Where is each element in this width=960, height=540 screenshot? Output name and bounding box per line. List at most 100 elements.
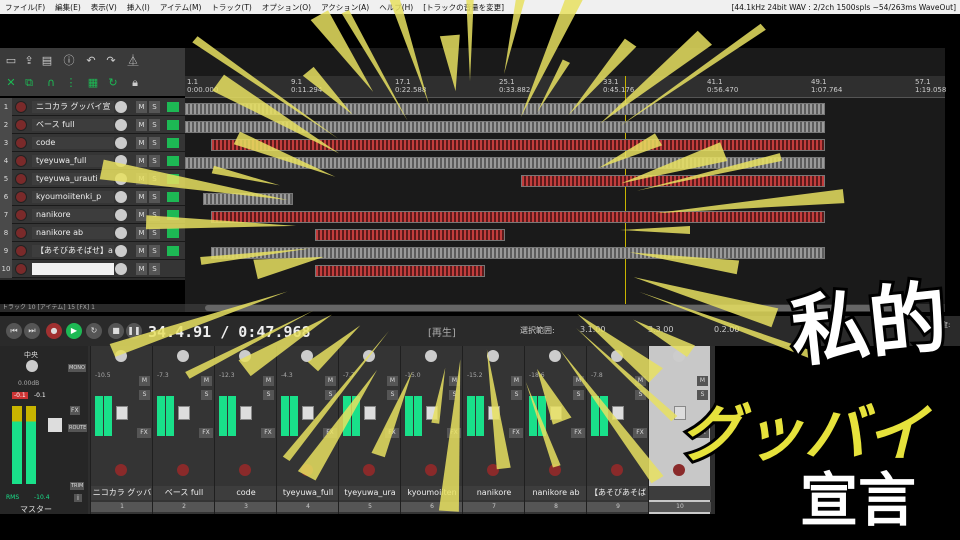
fx-button[interactable]: FX [571, 428, 585, 438]
track-lane[interactable] [185, 226, 945, 244]
track-name[interactable]: kyoumoiitenki_p [32, 191, 114, 203]
volume-knob[interactable] [115, 245, 127, 257]
undo-icon[interactable]: ↶ [84, 54, 98, 68]
volume-fader[interactable] [178, 406, 190, 420]
volume-knob[interactable] [115, 155, 127, 167]
volume-fader[interactable] [488, 406, 500, 420]
mixer-strip[interactable]: -7.8 M S FX 【あそびあそば 9 [586, 346, 649, 514]
menu-item-2[interactable]: 表示(V) [86, 2, 122, 13]
menu-item-3[interactable]: 挿入(I) [122, 2, 155, 13]
record-arm-button[interactable] [15, 137, 27, 149]
mute-button[interactable]: M [136, 101, 147, 113]
strip-solo-button[interactable]: S [573, 390, 584, 400]
mute-button[interactable]: M [136, 227, 147, 239]
save-icon[interactable]: ▤ [40, 54, 54, 68]
strip-record-button[interactable] [611, 464, 623, 476]
mute-button[interactable]: M [136, 137, 147, 149]
volume-fader[interactable] [612, 406, 624, 420]
track-lane[interactable] [185, 136, 945, 154]
strip-mute-button[interactable]: M [139, 376, 150, 386]
track-name[interactable]: tyeyuwa_urauti [32, 173, 114, 185]
record-arm-button[interactable] [15, 209, 27, 221]
lock-icon[interactable]: 🔒︎ [128, 76, 142, 90]
volume-knob[interactable] [115, 119, 127, 131]
ripple-icon[interactable]: ✕ [4, 76, 18, 90]
master-trim-button[interactable]: TRIM [70, 482, 85, 490]
volume-knob[interactable] [115, 263, 127, 275]
master-route-button[interactable]: ROUTE [68, 424, 88, 432]
volume-knob[interactable] [115, 191, 127, 203]
solo-button[interactable]: S [149, 155, 160, 167]
track-row[interactable]: 6 kyoumoiitenki_p M S [0, 188, 185, 206]
repeat-button[interactable]: ↻ [86, 323, 102, 339]
media-item[interactable] [211, 139, 825, 151]
track-name[interactable]: ニコカラ グッバイ宣 [32, 101, 114, 113]
media-item[interactable] [185, 157, 825, 169]
strip-solo-button[interactable]: S [139, 390, 150, 400]
volume-knob[interactable] [115, 227, 127, 239]
fx-button[interactable]: FX [323, 428, 337, 438]
stop-button[interactable]: ■ [108, 323, 124, 339]
fx-button[interactable]: FX [199, 428, 213, 438]
record-arm-button[interactable] [15, 191, 27, 203]
metronome-icon[interactable]: ⏅ [126, 54, 140, 68]
menu-item-0[interactable]: ファイル(F) [0, 2, 50, 13]
strip-record-button[interactable] [301, 464, 313, 476]
volume-fader[interactable] [240, 406, 252, 420]
master-mono-button[interactable]: MONO [68, 364, 86, 372]
volume-knob[interactable] [115, 173, 127, 185]
solo-button[interactable]: S [149, 101, 160, 113]
track-row[interactable]: 3 code M S [0, 134, 185, 152]
menu-item-6[interactable]: オプション(O) [257, 2, 316, 13]
loop-icon[interactable]: ↻ [106, 76, 120, 90]
strip-solo-button[interactable]: S [511, 390, 522, 400]
snap-icon[interactable]: ∩ [44, 76, 58, 90]
mixer-strip[interactable]: -15.2 M S FX nanikore 7 [462, 346, 525, 514]
track-row[interactable]: 8 nanikore ab M S [0, 224, 185, 242]
mixer-strip[interactable]: -7.7 M S FX tyeyuwa_ura 5 [338, 346, 401, 514]
mute-button[interactable]: M [136, 173, 147, 185]
mixer-strip[interactable]: -18.6 M S FX nanikore ab 8 [524, 346, 587, 514]
track-lane[interactable] [185, 208, 945, 226]
mixer-strip[interactable]: -10.5 M S FX ニコカラ グッバ 1 [90, 346, 153, 514]
strip-record-button[interactable] [239, 464, 251, 476]
volume-fader[interactable] [550, 406, 562, 420]
track-name[interactable]: ベース full [32, 119, 114, 131]
track-lane[interactable] [185, 118, 945, 136]
menu-item-8[interactable]: ヘルプ(H) [374, 2, 418, 13]
menu-item-7[interactable]: アクション(A) [316, 2, 374, 13]
track-lane[interactable] [185, 190, 945, 208]
record-arm-button[interactable] [15, 119, 27, 131]
go-end-icon[interactable]: ⏭ [24, 323, 40, 339]
track-row[interactable]: 1 ニコカラ グッバイ宣 M S [0, 98, 185, 116]
solo-button[interactable]: S [149, 209, 160, 221]
record-arm-button[interactable] [15, 173, 27, 185]
redo-icon[interactable]: ↷ [104, 54, 118, 68]
volume-knob[interactable] [115, 101, 127, 113]
strip-record-button[interactable] [177, 464, 189, 476]
link-icon[interactable]: ⧉ [22, 76, 36, 90]
solo-button[interactable]: S [149, 227, 160, 239]
strip-mute-button[interactable]: M [511, 376, 522, 386]
record-arm-button[interactable] [15, 245, 27, 257]
track-row[interactable]: 10 M S [0, 260, 185, 278]
strip-solo-button[interactable]: S [387, 390, 398, 400]
strip-mute-button[interactable]: M [573, 376, 584, 386]
track-name[interactable]: nanikore [32, 209, 114, 221]
menu-item-4[interactable]: アイテム(M) [155, 2, 207, 13]
media-item[interactable] [315, 265, 485, 277]
mixer-strip[interactable]: -4.3 M S FX tyeyuwa_full 4 [276, 346, 339, 514]
volume-fader[interactable] [302, 406, 314, 420]
record-button[interactable]: ● [46, 323, 62, 339]
track-row[interactable]: 2 ベース full M S [0, 116, 185, 134]
track-name[interactable]: nanikore ab [32, 227, 114, 239]
solo-button[interactable]: S [149, 245, 160, 257]
mute-button[interactable]: M [136, 191, 147, 203]
track-row[interactable]: 5 tyeyuwa_urauti M S [0, 170, 185, 188]
master-info-button[interactable]: i [74, 494, 82, 502]
menu-item-1[interactable]: 編集(E) [50, 2, 86, 13]
pan-knob[interactable] [115, 350, 127, 362]
media-item[interactable] [203, 193, 293, 205]
solo-button[interactable]: S [149, 191, 160, 203]
open-icon[interactable]: ⇪ [22, 54, 36, 68]
